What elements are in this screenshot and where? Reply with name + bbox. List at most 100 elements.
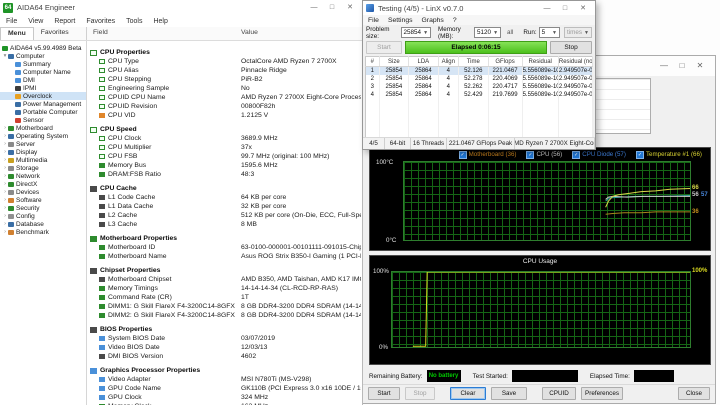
menu-item-report[interactable]: Report [54,18,75,25]
tree-item-display[interactable]: › Display [0,148,86,156]
field-row-l1-code-cache[interactable]: L1 Code Cache 64 KB per core [87,193,362,202]
field-row-video-bios-date[interactable]: Video BIOS Date 12/03/13 [87,343,362,352]
field-row-cpu-stepping[interactable]: CPU Stepping PiR-B2 [87,75,362,84]
tree-item-network[interactable]: › Network [0,172,86,180]
menu-item-view[interactable]: View [28,18,43,25]
field-row-cpu-fsb[interactable]: CPU FSB 99.7 MHz (original: 100 MHz) [87,152,362,161]
cpuid-button[interactable]: CPUID [542,387,576,400]
minimize-icon[interactable]: — [305,1,323,14]
field-row-gpu-code-name[interactable]: GPU Code Name GK110B (PCI Express 3.0 x16… [87,384,362,393]
tree-item-security[interactable]: › Security [0,204,86,212]
maximize-icon[interactable]: □ [323,1,341,14]
tree-item-database[interactable]: › Database [0,220,86,228]
problem-size-select[interactable]: 25854 ▼ [400,27,432,38]
tree-item-computer[interactable]: ▾ Computer [0,52,86,60]
col-header-residual-norm[interactable]: Residual (norm.) [558,56,594,67]
field-row-dmi-bios-version[interactable]: DMI BIOS Version 4602 [87,352,362,361]
tree-item-software[interactable]: › Software [0,196,86,204]
field-row-cpuid-cpu-name[interactable]: CPUID CPU Name AMD Ryzen 7 2700X Eight-Co… [87,93,362,102]
field-row-engineering-sample[interactable]: Engineering Sample No [87,84,362,93]
table-row[interactable]: 4 25854 25864 4 52.429 219.7699 5.556089e-10 2.… [365,91,594,99]
tree-item-aida64-v5-99-4989-beta[interactable]: AIDA64 v5.99.4989 Beta [0,44,86,52]
clear-button[interactable]: Clear [450,387,486,400]
col-header-time[interactable]: Time [458,56,489,67]
minimize-icon[interactable]: — [655,56,673,76]
all-button[interactable]: all [507,29,513,36]
close-icon[interactable]: ✕ [341,1,359,14]
tree-item-motherboard[interactable]: › Motherboard [0,124,86,132]
start-button[interactable]: Start [368,387,400,400]
minimize-icon[interactable]: — [538,2,556,15]
col-header-[interactable]: # [365,56,380,67]
field-row-motherboard-id[interactable]: Motherboard ID 63-0100-000001-00101111-09… [87,243,362,252]
tree-item-sensor[interactable]: Sensor [0,116,86,124]
field-row-l3-cache[interactable]: L3 Cache 8 MB [87,220,362,229]
tree-item-benchmark[interactable]: › Benchmark [0,228,86,236]
menu-item-file[interactable]: File [6,18,17,25]
tab-menu[interactable]: Menu [0,27,34,40]
maximize-icon[interactable]: □ [556,2,574,15]
field-row-memory-timings[interactable]: Memory Timings 14-14-14-34 (CL-RCD-RP-RAS… [87,284,362,293]
field-row-dimm2-g-skill-flarex-f4-3200c14-8gfx[interactable]: DIMM2: G Skill FlareX F4-3200C14-8GFX 8 G… [87,311,362,320]
tree-item-server[interactable]: › Server [0,140,86,148]
table-row[interactable]: 3 25854 25864 4 52.262 220.4717 5.556089e-10 2.… [365,83,594,91]
field-row-motherboard-chipset[interactable]: Motherboard Chipset AMD B350, AMD Taishan… [87,275,362,284]
menu-item-help[interactable]: Help [153,18,167,25]
field-row-cpu-clock[interactable]: CPU Clock 3689.9 MHz [87,134,362,143]
col-header-align[interactable]: Align [438,56,460,67]
menu-item-file[interactable]: File [368,17,379,24]
tab-favorites[interactable]: Favorites [34,27,76,40]
save-button[interactable]: Save [491,387,527,400]
col-header-size[interactable]: Size [379,56,410,67]
menu-item-[interactable]: ? [453,17,457,24]
tree-item-computer-name[interactable]: Computer Name [0,68,86,76]
field-row-cpu-type[interactable]: CPU Type OctalCore AMD Ryzen 7 2700X [87,57,362,66]
run-count-select[interactable]: 5 ▼ [538,27,560,38]
field-row-memory-bus[interactable]: Memory Bus 1595.6 MHz [87,161,362,170]
checkbox-checked-icon[interactable]: ✓ [572,150,581,159]
tree-item-operating-system[interactable]: › Operating System [0,132,86,140]
field-row-cpuid-revision[interactable]: CPUID Revision 00800F82h [87,102,362,111]
field-row-video-adapter[interactable]: Video Adapter MSI N780Ti (MS-V298) [87,375,362,384]
field-row-cpu-multiplier[interactable]: CPU Multiplier 37x [87,143,362,152]
col-header-residual[interactable]: Residual [522,56,559,67]
stop-button[interactable]: Stop [550,41,592,54]
table-row[interactable]: 2 25854 25864 4 52.278 220.4069 5.556089e-10 2.… [365,75,594,83]
close-button[interactable]: Close [678,387,710,400]
tree-item-devices[interactable]: › Devices [0,188,86,196]
tree-item-multimedia[interactable]: › Multimedia [0,156,86,164]
field-row-motherboard-name[interactable]: Motherboard Name Asus ROG Strix B350-I Ga… [87,252,362,261]
table-row[interactable]: 1 25854 25864 4 52.126 221.0467 5.556089e-10 2.… [365,66,594,75]
checkbox-checked-icon[interactable]: ✓ [635,150,644,159]
field-row-cpu-alias[interactable]: CPU Alias Pinnacle Ridge [87,66,362,75]
field-row-gpu-clock[interactable]: GPU Clock 324 MHz [87,393,362,402]
field-row-system-bios-date[interactable]: System BIOS Date 03/07/2019 [87,334,362,343]
field-row-dram-fsb-ratio[interactable]: DRAM:FSB Ratio 48:3 [87,170,362,179]
field-row-dimm1-g-skill-flarex-f4-3200c14-8gfx[interactable]: DIMM1: G Skill FlareX F4-3200C14-8GFX 8 G… [87,302,362,311]
field-row-l1-data-cache[interactable]: L1 Data Cache 32 KB per core [87,202,362,211]
tree-item-directx[interactable]: › DirectX [0,180,86,188]
menu-item-settings[interactable]: Settings [388,17,413,24]
field-row-cpu-vid[interactable]: CPU VID 1.2125 V [87,111,362,120]
menu-item-graphs[interactable]: Graphs [422,17,444,24]
col-header-lda[interactable]: LDA [408,56,439,67]
menu-item-favorites[interactable]: Favorites [86,18,115,25]
field-row-l2-cache[interactable]: L2 Cache 512 KB per core (On-Die, ECC, Fu… [87,211,362,220]
checkbox-checked-icon[interactable]: ✓ [458,150,467,159]
tree-item-summary[interactable]: Summary [0,60,86,68]
field-row-command-rate-cr[interactable]: Command Rate (CR) 1T [87,293,362,302]
close-icon[interactable]: ✕ [574,2,592,15]
menu-item-tools[interactable]: Tools [126,18,142,25]
checkbox-checked-icon[interactable]: ✓ [526,150,535,159]
tree-item-ipmi[interactable]: IPMI [0,84,86,92]
maximize-icon[interactable]: □ [673,56,691,76]
tree-item-storage[interactable]: › Storage [0,164,86,172]
memory-select[interactable]: 5120 ▼ [474,27,502,38]
close-icon[interactable]: ✕ [691,56,709,76]
tree-item-power-management[interactable]: Power Management [0,100,86,108]
tree-item-portable-computer[interactable]: Portable Computer [0,108,86,116]
preferences-button[interactable]: Preferences [581,387,623,400]
tree-item-dmi[interactable]: DMI [0,76,86,84]
col-header-gflops[interactable]: GFlops [488,56,523,67]
tree-item-overclock[interactable]: Overclock [0,92,86,100]
